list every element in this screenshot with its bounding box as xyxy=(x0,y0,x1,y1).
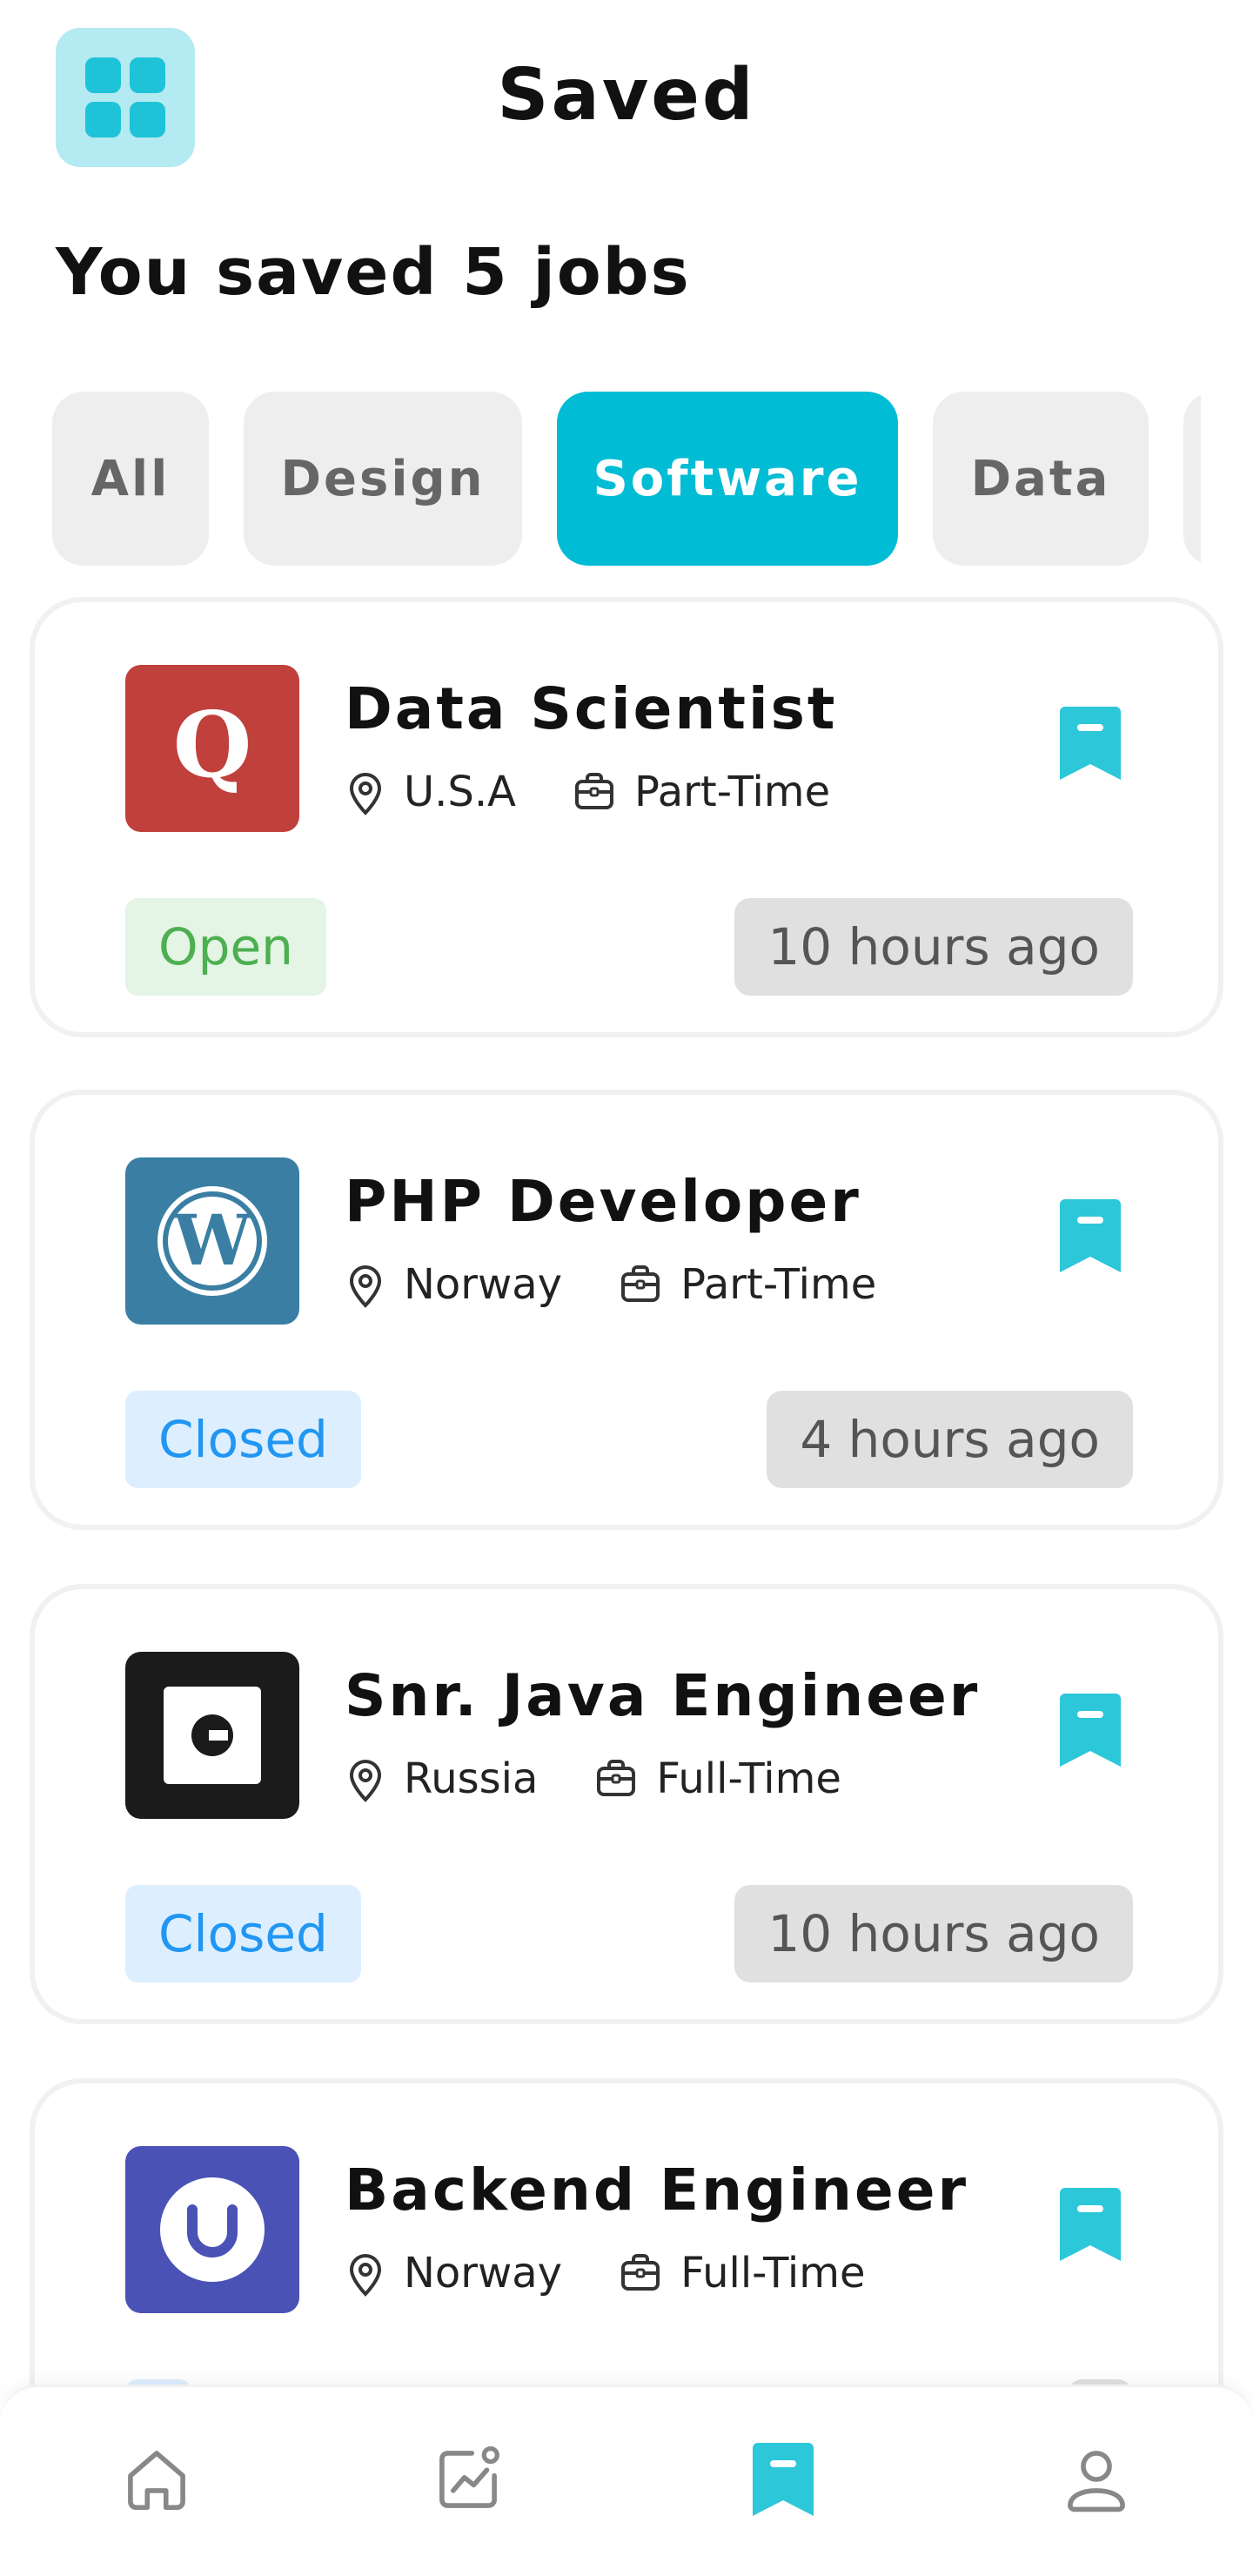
briefcase-icon xyxy=(574,773,613,809)
job-location: Russia xyxy=(404,1754,539,1803)
job-meta: Norway Full-Time xyxy=(345,2249,866,2298)
posted-time-badge: 10 hours ago xyxy=(734,898,1133,996)
bookmark-icon xyxy=(753,2443,814,2516)
bottom-navigation xyxy=(0,2385,1253,2576)
filter-chip-more[interactable] xyxy=(1183,392,1201,566)
status-badge: Closed xyxy=(125,1885,361,1982)
uber-logo-icon xyxy=(125,1652,299,1819)
filter-chip-data[interactable]: Data xyxy=(933,392,1149,566)
quora-logo-icon: Q xyxy=(125,665,299,832)
bookmark-icon[interactable] xyxy=(1060,707,1121,780)
nav-analytics[interactable] xyxy=(425,2436,512,2523)
job-card[interactable]: Q Data Scientist U.S.A Part-Time Open 10… xyxy=(30,597,1223,1037)
job-title: Data Scientist xyxy=(345,675,838,742)
analytics-icon xyxy=(439,2445,499,2508)
bookmark-icon[interactable] xyxy=(1060,2188,1121,2261)
filter-chip-software[interactable]: Software xyxy=(557,392,898,566)
saved-count-heading: You saved 5 jobs xyxy=(56,235,691,310)
job-card[interactable]: Snr. Java Engineer Russia Full-Time Clos… xyxy=(30,1584,1223,2024)
job-title: Snr. Java Engineer xyxy=(345,1662,981,1729)
briefcase-icon xyxy=(621,2254,660,2291)
nav-saved[interactable] xyxy=(740,2436,827,2523)
job-card[interactable]: W PHP Developer Norway Part-Time Closed … xyxy=(30,1090,1223,1530)
filter-chips: All Design Software Data xyxy=(52,392,1201,569)
job-location: U.S.A xyxy=(404,768,516,816)
job-location: Norway xyxy=(404,2249,563,2298)
job-type: Full-Time xyxy=(680,2249,866,2298)
svg-text:W: W xyxy=(172,1199,252,1281)
profile-icon xyxy=(1068,2451,1125,2512)
bookmark-icon[interactable] xyxy=(1060,1199,1121,1272)
briefcase-icon xyxy=(621,1265,660,1302)
status-badge: Open xyxy=(125,898,326,996)
location-pin-icon xyxy=(349,1760,382,1802)
job-meta: U.S.A Part-Time xyxy=(345,768,830,816)
wordpress-logo-icon: W xyxy=(125,1157,299,1325)
nav-home[interactable] xyxy=(113,2436,200,2523)
location-pin-icon xyxy=(349,1265,382,1308)
job-type: Full-Time xyxy=(656,1754,841,1803)
job-location: Norway xyxy=(404,1260,563,1309)
svg-text:Q: Q xyxy=(173,696,252,798)
umbraco-logo-icon xyxy=(125,2146,299,2313)
page-title: Saved xyxy=(497,54,756,137)
posted-time-badge: 10 hours ago xyxy=(734,1885,1133,1982)
posted-time-badge: 4 hours ago xyxy=(767,1391,1133,1488)
location-pin-icon xyxy=(349,2254,382,2297)
bookmark-icon[interactable] xyxy=(1060,1694,1121,1767)
status-badge: Closed xyxy=(125,1391,361,1488)
job-meta: Norway Part-Time xyxy=(345,1260,876,1309)
job-meta: Russia Full-Time xyxy=(345,1754,841,1803)
filter-chip-design[interactable]: Design xyxy=(244,392,522,566)
job-type: Part-Time xyxy=(633,768,831,816)
filter-chip-all[interactable]: All xyxy=(52,392,209,566)
briefcase-icon xyxy=(597,1760,636,1796)
job-type: Part-Time xyxy=(680,1260,877,1309)
nav-profile[interactable] xyxy=(1053,2436,1140,2523)
location-pin-icon xyxy=(349,773,382,815)
job-title: PHP Developer xyxy=(345,1168,861,1235)
saved-jobs-screen: Saved You saved 5 jobs All Design Softwa… xyxy=(0,0,1253,2576)
job-title: Backend Engineer xyxy=(345,2157,969,2224)
home-icon xyxy=(128,2451,185,2511)
